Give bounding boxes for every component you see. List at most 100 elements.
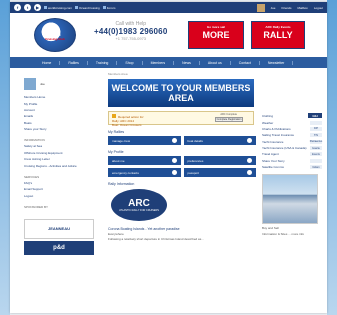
sponsor-logo: Gowrie (310, 146, 322, 151)
avatar[interactable] (24, 78, 36, 90)
contact-block: Call with Help +44(0)1983 296060 +1 757-… (94, 21, 167, 41)
nav-members[interactable]: Members (143, 60, 175, 65)
logo-text-bottom: Cruising Club (45, 36, 65, 41)
emergency-contacts-button[interactable]: emergency contacts (108, 168, 181, 177)
top-bar: f t ▶ worldcruising.com OceanCrossing Fo… (10, 2, 327, 13)
tile-label: preferences (187, 158, 204, 163)
facebook-icon[interactable]: f (14, 4, 21, 11)
topbar-link-label: Forum (106, 5, 116, 10)
promo-rally-button[interactable]: ARC Rally Events RALLY (251, 21, 305, 49)
topbar-link-label: OceanCrossing (79, 5, 100, 10)
arc-logo-text: ARC (128, 198, 150, 209)
sponsor-name: Weather (262, 120, 274, 125)
topbar-link-forum[interactable]: Forum (102, 5, 116, 10)
topbar-mailbox[interactable]: Mailbox (297, 6, 307, 10)
photo-desc[interactable]: Information & Sites ... more info (262, 232, 322, 236)
boat-details-button[interactable]: boat details (183, 136, 256, 145)
arc-logo-subtext: ATLANTIC RALLY FOR CRUISERS (119, 209, 159, 212)
settings-icon (247, 158, 252, 163)
nav-training[interactable]: Training (88, 60, 118, 65)
tile-label: emergency contacts (112, 170, 139, 175)
promo-more-button[interactable]: Go more sail MORE (188, 21, 244, 49)
tile-label: boat details (187, 138, 203, 143)
plus-icon (171, 170, 177, 175)
nav-rallies[interactable]: Rallies (60, 60, 88, 65)
marina-photo[interactable] (262, 174, 318, 225)
news-text: Following a relatively short departure i… (108, 237, 204, 241)
nav-contact[interactable]: Contact (231, 60, 260, 65)
crew-icon (171, 138, 177, 143)
required-action-alert: Required action for: Rally: ARC 2014 Boa… (108, 111, 254, 127)
twitter-icon[interactable]: t (24, 4, 31, 11)
nav-about[interactable]: About us (200, 60, 231, 65)
topbar-user[interactable]: Joe (271, 6, 276, 10)
sponsor-row[interactable]: Satellite Comms Iridium (262, 164, 322, 170)
sponsor-jeanneau-logo[interactable]: JEANNEAU (24, 218, 94, 239)
about-me-button[interactable]: about me (108, 156, 181, 165)
boat-icon (247, 138, 252, 143)
background-right (327, 0, 337, 315)
sponsor-name: Travel Agent (262, 152, 279, 157)
sidebar-link[interactable]: Cruising Regions - Activities and Advice (24, 162, 98, 168)
sidebar-link[interactable]: Share your Story (24, 126, 98, 132)
news-meta: Everywhere (108, 232, 124, 236)
sidebar-section-heading: Information (24, 138, 45, 143)
alert-option: ARC Complete (220, 113, 237, 116)
preferences-button[interactable]: preferences (183, 156, 256, 165)
breadcrumb: Members Area (108, 72, 128, 76)
news-title[interactable]: Corona Boating Islands - Yet another par… (108, 227, 256, 231)
arc-rally-logo[interactable]: ARC ATLANTIC RALLY FOR CRUISERS (111, 189, 167, 221)
promo-text: MORE (202, 29, 230, 40)
sponsor-name: Share Your Story (262, 158, 285, 163)
sponsor-pd-logo[interactable]: p&d (24, 240, 94, 255)
globe-icon (44, 6, 47, 9)
tile-label: about me (112, 158, 125, 163)
rally-tiles: manage crew boat details (108, 136, 256, 145)
passport-icon (247, 170, 252, 175)
topbar-link-oceancrossing[interactable]: OceanCrossing (75, 6, 100, 10)
world-cruising-club-logo[interactable]: World Cruising Club (34, 18, 76, 52)
phone-number: +44(0)1983 296060 (94, 27, 168, 36)
nav-news[interactable]: News (174, 60, 200, 65)
sponsor-name: Yacht Insurance (262, 139, 284, 144)
user-avatar (256, 3, 265, 12)
photo-title: Buy and Sell (262, 226, 279, 231)
globe-icon (75, 6, 79, 9)
promo-text: RALLY (263, 29, 293, 40)
sidebar: Joe Members Home My Profile Account Emai… (24, 78, 98, 255)
nav-home[interactable]: Home (34, 60, 61, 65)
profile-tiles: about me preferences emergency contacts … (108, 156, 256, 177)
header: World Cruising Club Call with Help +44(0… (10, 13, 327, 57)
welcome-banner: WELCOME TO YOUR MEMBERS AREA (108, 79, 254, 107)
youtube-icon[interactable]: ▶ (34, 4, 41, 11)
sponsor-logo: Events (310, 152, 322, 157)
topbar-friends[interactable]: Friends (281, 6, 291, 10)
sponsor-row[interactable]: Clothing GIH (262, 112, 322, 119)
sidebar-user: Joe (24, 78, 98, 90)
sponsor-logo: ICP (310, 126, 322, 131)
sponsor-name: Yacht Insurance (USA & Canada) (262, 146, 307, 151)
topbar-link-worldcruising[interactable]: worldcruising.com (44, 6, 72, 10)
passport-button[interactable]: passport (183, 168, 256, 177)
promo-sub: ARC Rally Events (265, 25, 291, 29)
sidebar-link[interactable]: Logout (24, 193, 98, 199)
sidebar-username: Joe (40, 82, 45, 86)
sponsor-name: Sailing Travel Insurance (262, 133, 295, 138)
manage-crew-button[interactable]: manage crew (108, 136, 181, 145)
sponsor-logo (310, 158, 322, 163)
sponsor-logo: Pantaenius (309, 139, 323, 144)
main-content: Members Area WELCOME TO YOUR MEMBERS ARE… (108, 72, 256, 241)
section-heading-rally-info: Rally Information (108, 182, 135, 186)
chat-icon (102, 6, 106, 9)
tile-label: manage crew (112, 138, 131, 143)
complete-registration-button[interactable]: Complete Registration (215, 117, 243, 122)
nav-newsletter[interactable]: Newsletter (260, 60, 294, 65)
tile-label: passport (187, 170, 200, 175)
nav-shop[interactable]: Shop (117, 60, 143, 65)
topbar-logout[interactable]: Logout (314, 6, 323, 10)
sponsor-name: Satellite Comms (262, 165, 284, 170)
alert-boat: Boat: Ocean Crossers (112, 123, 142, 127)
topbar-right: Joe Friends Mailbox Logout (256, 3, 323, 12)
sponsor-logo: GIH (308, 113, 322, 119)
sponsor-name: Charts & Publications (262, 126, 291, 131)
